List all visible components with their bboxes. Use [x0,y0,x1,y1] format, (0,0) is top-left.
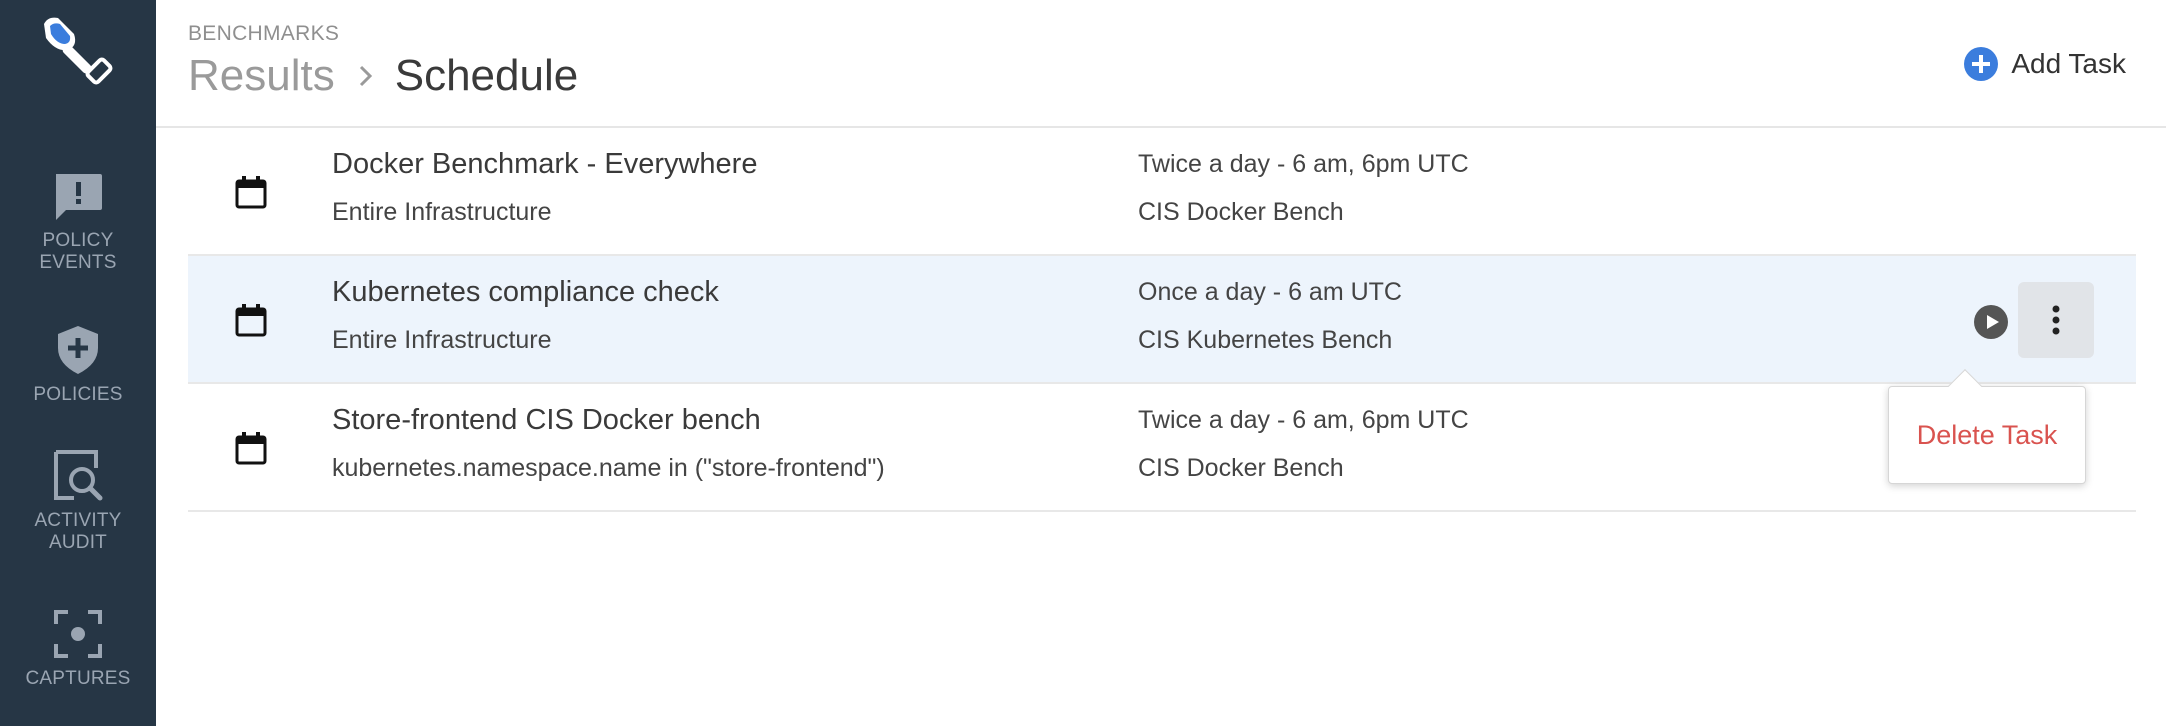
sidebar-item-activity-audit[interactable]: Activity Audit [0,448,156,554]
task-frequency: Twice a day - 6 am, 6pm UTC [1138,406,1469,434]
sidebar-item-label: Activity Audit [34,510,122,553]
task-benchmark: CIS Docker Bench [1138,454,1344,482]
task-scope: kubernetes.namespace.name in ("store-fro… [332,454,885,482]
page-header: BENCHMARKS Results Schedule Add Task [156,0,2166,128]
audit-search-icon [50,448,106,504]
task-frequency: Once a day - 6 am UTC [1138,278,1402,306]
shield-plus-icon [50,322,106,378]
task-options-menu: Delete Task [1888,386,2086,484]
task-list: Docker Benchmark - Everywhere Entire Inf… [188,128,2136,512]
sidebar-item-policy-events[interactable]: Policy Events [0,168,156,274]
more-options-button[interactable] [2018,282,2094,358]
task-scope: Entire Infrastructure [332,198,552,226]
page-title: Schedule [394,51,579,100]
calendar-icon [234,431,268,465]
task-scope: Entire Infrastructure [332,326,552,354]
more-vertical-icon [2052,305,2060,335]
task-row[interactable]: Kubernetes compliance check Entire Infra… [188,256,2136,384]
plus-circle-icon [1964,47,1999,81]
task-row[interactable]: Store-frontend CIS Docker bench kubernet… [188,384,2136,512]
sidebar-item-policies[interactable]: Policies [0,322,156,406]
task-title: Docker Benchmark - Everywhere [332,148,758,180]
sidebar-item-label: Policies [33,384,123,405]
sidebar-item-label: Policy Events [39,230,117,273]
run-now-button[interactable] [1974,305,2008,339]
task-row[interactable]: Docker Benchmark - Everywhere Entire Inf… [188,128,2136,256]
add-task-button[interactable]: Add Task [1963,46,2126,82]
task-title: Kubernetes compliance check [332,276,719,308]
breadcrumb-parent-link[interactable]: Results [188,51,335,101]
play-circle-icon [1974,305,2008,339]
sidebar-item-label: Captures [25,668,131,689]
calendar-icon [234,175,268,209]
section-label: BENCHMARKS [188,22,340,45]
task-benchmark: CIS Docker Bench [1138,198,1344,226]
app: Policy Events Policies Ac [0,0,2166,726]
add-task-label: Add Task [2011,48,2126,79]
sidebar-item-captures[interactable]: Captures [0,606,156,690]
chevron-right-icon [357,64,375,88]
calendar-icon [234,303,268,337]
breadcrumb: Results Schedule [188,48,578,104]
delete-task-menu-item[interactable]: Delete Task [1917,420,2058,451]
task-title: Store-frontend CIS Docker bench [332,404,761,436]
task-frequency: Twice a day - 6 am, 6pm UTC [1138,150,1469,178]
chat-alert-icon [50,168,106,224]
task-benchmark: CIS Kubernetes Bench [1138,326,1393,354]
sidebar: Policy Events Policies Ac [0,0,156,726]
capture-focus-icon [50,606,106,662]
logo-shovel-icon[interactable] [38,12,116,90]
